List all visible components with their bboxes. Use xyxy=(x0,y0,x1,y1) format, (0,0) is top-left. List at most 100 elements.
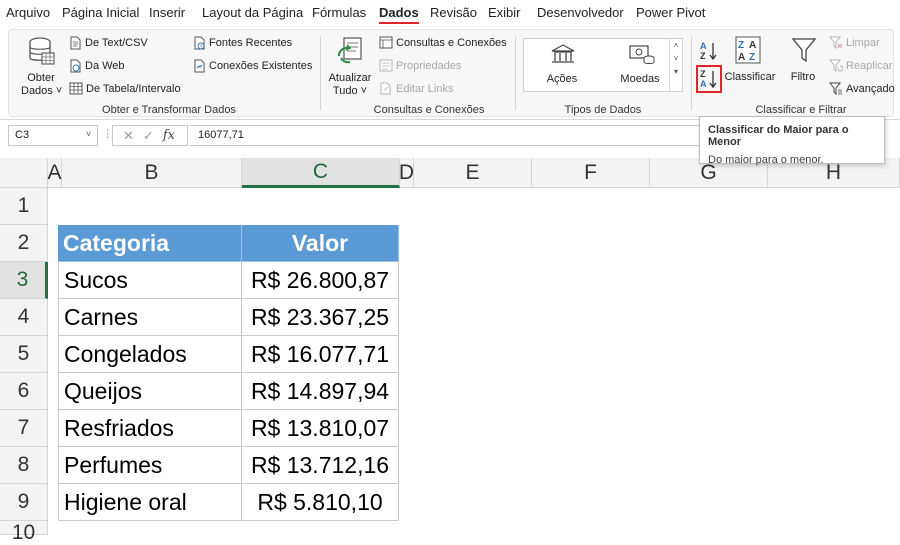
avancado-button[interactable]: Avançado xyxy=(829,82,895,95)
column-header-c[interactable]: C xyxy=(242,158,400,188)
table-cell-categoria[interactable]: Congelados xyxy=(58,336,242,373)
column-header-b[interactable]: B xyxy=(62,158,242,188)
classificar-label: Classificar xyxy=(724,71,776,83)
tooltip-title: Classificar do Maior para o Menor xyxy=(708,124,849,148)
column-header-f[interactable]: F xyxy=(532,158,650,188)
de-tabela-intervalo-label: De Tabela/Intervalo xyxy=(86,82,181,95)
ribbon: Obter Dados ˅ De Text/CSV Da Web De Tabe… xyxy=(0,27,900,120)
menu-arquivo[interactable]: Arquivo xyxy=(6,5,50,20)
menu-power-pivot[interactable]: Power Pivot xyxy=(636,5,705,20)
edit-links-icon xyxy=(380,82,391,95)
database-icon xyxy=(29,37,55,65)
queries-connections-icon xyxy=(379,36,393,49)
fontes-recentes-button[interactable]: Fontes Recentes xyxy=(193,36,292,50)
table-cell-categoria[interactable]: Resfriados xyxy=(58,410,242,447)
ribbon-separator xyxy=(691,36,692,110)
table-cell-categoria[interactable]: Carnes xyxy=(58,299,242,336)
row-header-2[interactable]: 2 xyxy=(0,225,48,262)
existing-connections-icon xyxy=(194,59,205,73)
avancado-label: Avançado xyxy=(846,82,895,95)
editar-links-button[interactable]: Editar Links xyxy=(379,82,453,95)
table-cell-valor[interactable]: R$ 13.712,16 xyxy=(242,447,399,484)
ribbon-separator xyxy=(515,36,516,110)
menu-dados[interactable]: Dados xyxy=(379,5,419,24)
filter-funnel-icon xyxy=(791,38,817,63)
sort-tooltip: Classificar do Maior para o Menor Do mai… xyxy=(699,116,885,166)
menu-pagina-inicial[interactable]: Página Inicial xyxy=(62,5,139,20)
menu-inserir[interactable]: Inserir xyxy=(149,5,185,20)
name-box-dropdown-icon[interactable]: ˅ xyxy=(86,129,91,139)
table-cell-valor[interactable]: R$ 14.897,94 xyxy=(242,373,399,410)
menu-revisao[interactable]: Revisão xyxy=(430,5,477,20)
insert-function-icon[interactable]: fx xyxy=(163,128,175,143)
column-header-e[interactable]: E xyxy=(414,158,532,188)
acoes-button[interactable]: Ações xyxy=(534,41,590,89)
chevron-up-icon[interactable]: ˄ xyxy=(670,39,682,52)
row-header-1[interactable]: 1 xyxy=(0,188,48,225)
row-header-5[interactable]: 5 xyxy=(0,336,48,373)
consultas-conexoes-label: Consultas e Conexões xyxy=(396,36,507,49)
table-cell-valor[interactable]: R$ 13.810,07 xyxy=(242,410,399,447)
column-header-d[interactable]: D xyxy=(399,158,414,188)
row-header-6[interactable]: 6 xyxy=(0,373,48,410)
table-header-categoria[interactable]: Categoria xyxy=(58,225,242,262)
cancel-icon[interactable]: ✕ xyxy=(123,128,134,144)
select-all-corner[interactable] xyxy=(0,158,48,188)
menu-bar: Arquivo Página Inicial Inserir Layout da… xyxy=(0,0,900,27)
conexoes-existentes-button[interactable]: Conexões Existentes xyxy=(193,59,312,73)
reaplicar-button[interactable]: Reaplicar xyxy=(829,59,892,72)
svg-text:Z: Z xyxy=(700,51,706,61)
da-web-label: Da Web xyxy=(85,60,125,72)
da-web-button[interactable]: Da Web xyxy=(69,59,125,73)
menu-layout-da-pagina[interactable]: Layout da Página xyxy=(202,5,303,20)
filtro-button[interactable]: Filtro xyxy=(783,34,823,86)
row-header-10[interactable]: 10 xyxy=(0,521,48,544)
table-cell-valor[interactable]: R$ 16.077,71 xyxy=(242,336,399,373)
column-header-a[interactable]: A xyxy=(48,158,62,188)
sort-a-to-z-button[interactable]: A Z xyxy=(699,40,719,62)
propriedades-button[interactable]: Propriedades xyxy=(379,59,461,72)
table-cell-categoria[interactable]: Queijos xyxy=(58,373,242,410)
table-cell-valor[interactable]: R$ 5.810,10 xyxy=(242,484,399,521)
obter-dados-button[interactable]: Obter Dados ˅ xyxy=(19,34,63,98)
name-box[interactable]: C3 xyxy=(8,125,98,146)
confirm-icon[interactable]: ✓ xyxy=(143,128,154,144)
row-header-7[interactable]: 7 xyxy=(0,410,48,447)
conexoes-existentes-label: Conexões Existentes xyxy=(209,60,313,72)
text-file-icon xyxy=(70,36,81,50)
group-label-tipos: Tipos de Dados xyxy=(564,104,642,116)
table-cell-categoria[interactable]: Sucos xyxy=(58,262,242,299)
table-cell-valor[interactable]: R$ 26.800,87 xyxy=(242,262,399,299)
refresh-all-icon xyxy=(338,37,362,64)
row-header-3[interactable]: 3 xyxy=(0,262,48,299)
row-header-4[interactable]: 4 xyxy=(0,299,48,336)
atualizar-tudo-button[interactable]: Atualizar Tudo ˅ xyxy=(327,34,373,98)
advanced-filter-icon xyxy=(829,82,842,95)
svg-text:Z: Z xyxy=(749,52,755,63)
svg-text:A: A xyxy=(700,41,707,51)
menu-exibir[interactable]: Exibir xyxy=(488,5,521,20)
table-header-valor[interactable]: Valor xyxy=(242,225,399,262)
table-cell-categoria[interactable]: Perfumes xyxy=(58,447,242,484)
gallery-scroll[interactable]: ˄ ˅ ▾ xyxy=(669,39,682,91)
table-cell-valor[interactable]: R$ 23.367,25 xyxy=(242,299,399,336)
more-icon[interactable]: ▾ xyxy=(670,65,682,78)
recent-sources-icon xyxy=(194,36,205,50)
menu-desenvolvedor[interactable]: Desenvolvedor xyxy=(537,5,624,20)
consultas-conexoes-button[interactable]: Consultas e Conexões xyxy=(379,36,507,49)
spreadsheet-grid: A B C D E F G H 1 2 3 4 5 6 7 8 9 10 Cat… xyxy=(0,158,900,544)
sort-ascending-icon: A Z xyxy=(700,41,717,61)
classificar-button[interactable]: Z A A Z Classificar xyxy=(723,34,775,86)
row-header-8[interactable]: 8 xyxy=(0,447,48,484)
menu-formulas[interactable]: Fórmulas xyxy=(312,5,366,20)
atualizar-tudo-label-2: Tudo ˅ xyxy=(332,85,368,97)
svg-text:A: A xyxy=(749,40,756,51)
chevron-down-icon[interactable]: ˅ xyxy=(670,52,682,65)
formula-input[interactable]: 16077,71 xyxy=(190,125,710,146)
limpar-button[interactable]: Limpar xyxy=(829,36,880,49)
row-header-9[interactable]: 9 xyxy=(0,484,48,521)
moedas-button[interactable]: Moedas xyxy=(612,41,668,89)
table-cell-categoria[interactable]: Higiene oral xyxy=(58,484,242,521)
de-text-csv-button[interactable]: De Text/CSV xyxy=(69,36,148,50)
de-tabela-intervalo-button[interactable]: De Tabela/Intervalo xyxy=(69,82,181,95)
